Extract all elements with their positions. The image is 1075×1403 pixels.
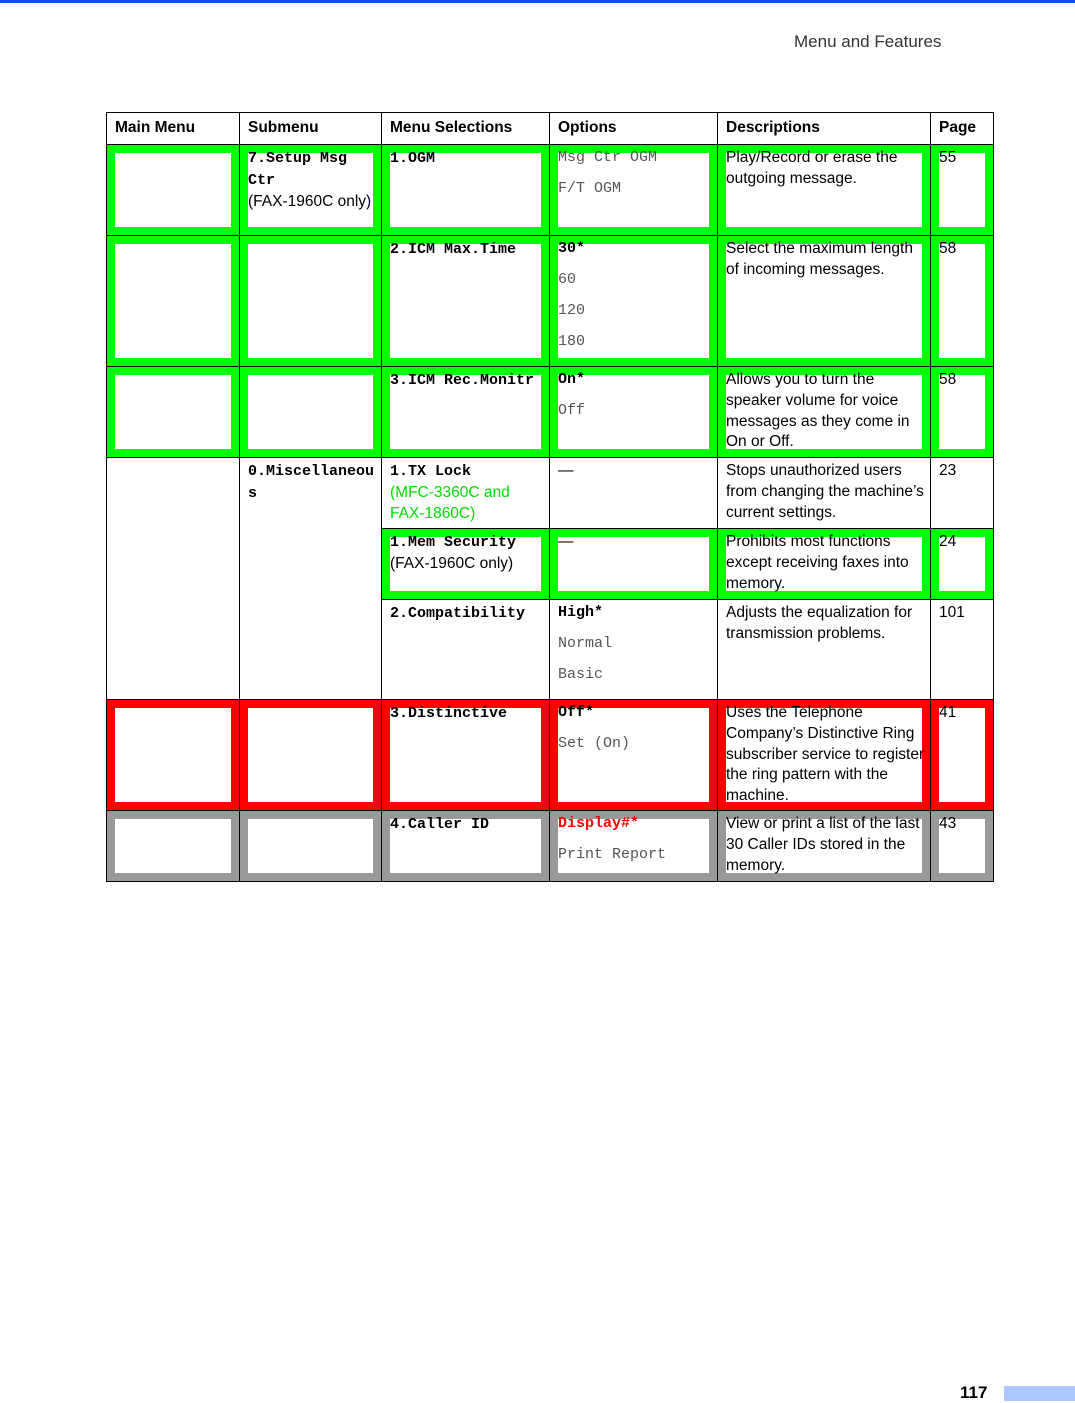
selection-code: 4.Caller ID bbox=[390, 816, 490, 833]
option-default: 30* bbox=[558, 240, 586, 257]
selection-cell: 4.Caller ID bbox=[381, 810, 550, 882]
option-default: Off* bbox=[558, 704, 595, 721]
main-menu-cell bbox=[106, 457, 240, 700]
options-cell: 30* 60 120 180 bbox=[549, 235, 718, 367]
option: Print Report bbox=[558, 846, 667, 863]
options-cell: — bbox=[549, 528, 718, 600]
submenu-cell bbox=[239, 810, 382, 882]
main-menu-cell bbox=[106, 235, 240, 367]
page-cell: 58 bbox=[930, 366, 994, 458]
description-cell: Stops unauthorized users from changing t… bbox=[717, 457, 931, 529]
option: Normal bbox=[558, 635, 613, 652]
option: 60 bbox=[558, 271, 577, 288]
column-header-submenu: Submenu bbox=[239, 112, 382, 145]
options-cell: — bbox=[549, 457, 718, 529]
option-default: On* bbox=[558, 371, 586, 388]
option: Set (On) bbox=[558, 735, 631, 752]
selection-code: 1.OGM bbox=[390, 150, 436, 167]
column-header-descriptions: Descriptions bbox=[717, 112, 931, 145]
main-menu-cell bbox=[106, 699, 240, 811]
option: 180 bbox=[558, 333, 586, 350]
table-row: 3.Distinctive Off* Set (On) Uses the Tel… bbox=[106, 699, 994, 811]
selection-cell: 1.OGM bbox=[381, 144, 550, 236]
table-header-row: Main Menu Submenu Menu Selections Option… bbox=[106, 112, 994, 145]
option: Basic bbox=[558, 666, 604, 683]
option: Off bbox=[558, 402, 586, 419]
top-rule bbox=[0, 0, 1075, 3]
table-row: 4.Caller ID Display#* Print Report View … bbox=[106, 810, 994, 882]
description-cell: Prohibits most functions except receivin… bbox=[717, 528, 931, 600]
submenu-cell: 0.Miscellaneous bbox=[239, 457, 382, 700]
option-none: — bbox=[558, 533, 574, 550]
column-header-main-menu: Main Menu bbox=[106, 112, 240, 145]
selection-code: 2.Compatibility bbox=[390, 605, 526, 622]
column-header-menu-selections: Menu Selections bbox=[381, 112, 550, 145]
page-cell: 101 bbox=[930, 599, 994, 700]
selection-cell: 3.Distinctive bbox=[381, 699, 550, 811]
submenu-code: 7.Setup Msg Ctr bbox=[248, 150, 348, 189]
selection-cell: 1.TX Lock (MFC-3360C and FAX-1860C) bbox=[381, 457, 550, 529]
submenu-code: 0.Miscellaneous bbox=[248, 463, 375, 502]
page-cell: 55 bbox=[930, 144, 994, 236]
selection-cell: 3.ICM Rec.Monitr bbox=[381, 366, 550, 458]
page-cell: 23 bbox=[930, 457, 994, 529]
submenu-cell bbox=[239, 235, 382, 367]
selection-code: 2.ICM Max.Time bbox=[390, 241, 517, 258]
option-default: High* bbox=[558, 604, 604, 621]
description-cell: Uses the Telephone Company’s Distinctive… bbox=[717, 699, 931, 811]
submenu-cell bbox=[239, 699, 382, 811]
table-row: 3.ICM Rec.Monitr On* Off Allows you to t… bbox=[106, 366, 994, 458]
submenu-cell: 7.Setup Msg Ctr (FAX-1960C only) bbox=[239, 144, 382, 236]
selection-cell: 1.Mem Security (FAX-1960C only) bbox=[381, 528, 550, 600]
submenu-note: (FAX-1960C only) bbox=[248, 192, 372, 210]
selection-note: (MFC-3360C and FAX-1860C) bbox=[390, 483, 510, 522]
table-row: 2.ICM Max.Time 30* 60 120 180 Select the… bbox=[106, 235, 994, 367]
selection-code: 1.Mem Security bbox=[390, 534, 517, 551]
option: Msg Ctr OGM bbox=[558, 149, 658, 166]
main-menu-cell bbox=[106, 366, 240, 458]
page-cell: 41 bbox=[930, 699, 994, 811]
selection-note: (FAX-1960C only) bbox=[390, 554, 514, 572]
selection-code: 3.Distinctive bbox=[390, 705, 508, 722]
running-header: Menu and Features bbox=[794, 32, 942, 51]
description-cell: Allows you to turn the speaker volume fo… bbox=[717, 366, 931, 458]
option-none: — bbox=[558, 462, 574, 479]
main-menu-cell bbox=[106, 144, 240, 236]
description-cell: View or print a list of the last 30 Call… bbox=[717, 810, 931, 882]
page-tab bbox=[1004, 1386, 1075, 1401]
menu-table: Main Menu Submenu Menu Selections Option… bbox=[106, 112, 994, 882]
page-cell: 43 bbox=[930, 810, 994, 882]
options-cell: High* Normal Basic bbox=[549, 599, 718, 700]
option: F/T OGM bbox=[558, 180, 622, 197]
description-cell: Play/Record or erase the outgoing messag… bbox=[717, 144, 931, 236]
selection-code: 1.TX Lock bbox=[390, 463, 472, 480]
options-cell: Display#* Print Report bbox=[549, 810, 718, 882]
description-cell: Adjusts the equalization for transmissio… bbox=[717, 599, 931, 700]
submenu-cell bbox=[239, 366, 382, 458]
selection-cell: 2.ICM Max.Time bbox=[381, 235, 550, 367]
table-row: 7.Setup Msg Ctr (FAX-1960C only) 1.OGM M… bbox=[106, 144, 994, 236]
page-cell: 58 bbox=[930, 235, 994, 367]
option-default: Display#* bbox=[558, 815, 640, 832]
page-number: 117 bbox=[960, 1383, 988, 1402]
selection-cell: 2.Compatibility bbox=[381, 599, 550, 700]
options-cell: Msg Ctr OGM F/T OGM bbox=[549, 144, 718, 236]
column-header-page: Page bbox=[930, 112, 994, 145]
options-cell: Off* Set (On) bbox=[549, 699, 718, 811]
page-cell: 24 bbox=[930, 528, 994, 600]
selection-code: 3.ICM Rec.Monitr bbox=[390, 372, 535, 389]
description-cell: Select the maximum length of incoming me… bbox=[717, 235, 931, 367]
table-row: 0.Miscellaneous 1.TX Lock (MFC-3360C and… bbox=[106, 457, 994, 700]
main-menu-cell bbox=[106, 810, 240, 882]
column-header-options: Options bbox=[549, 112, 718, 145]
option: 120 bbox=[558, 302, 586, 319]
options-cell: On* Off bbox=[549, 366, 718, 458]
